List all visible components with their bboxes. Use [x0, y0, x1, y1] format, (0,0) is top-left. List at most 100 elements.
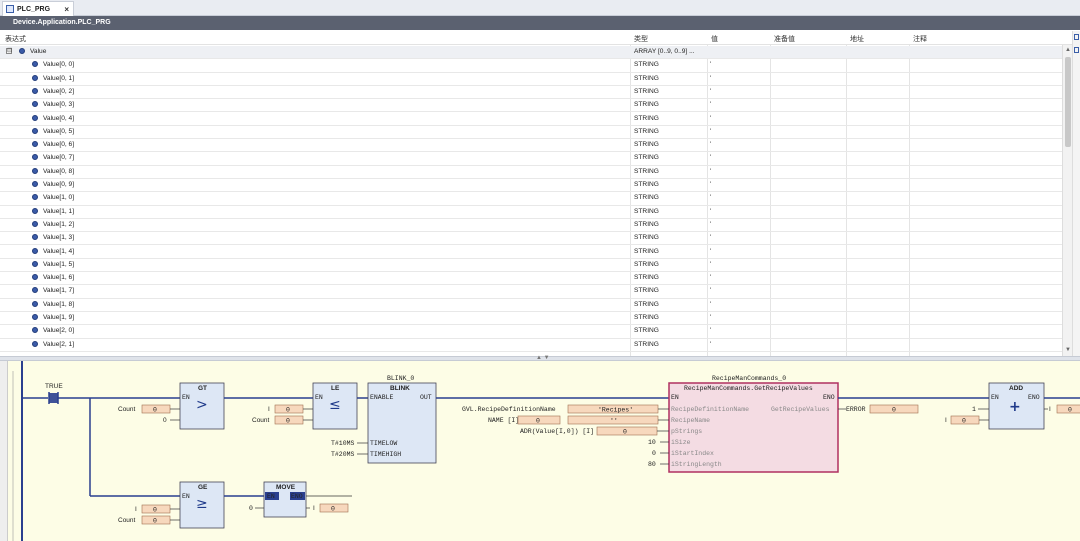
move-block[interactable]: MOVE EN ENO — [263, 481, 307, 518]
watch-root-row[interactable]: ⊟ Value ARRAY [0..9, 0..9] ... — [0, 46, 1063, 60]
row-expression: Value[0, 6] — [43, 141, 75, 149]
watch-row[interactable]: Value[1, 8] STRING ' — [0, 299, 1063, 312]
gt-block[interactable]: GT EN > — [179, 382, 225, 430]
contact-true[interactable]: TRUE — [45, 383, 63, 404]
row-value[interactable]: ' — [710, 181, 711, 188]
col-address[interactable]: 地址 — [850, 34, 864, 44]
variable-icon — [32, 220, 38, 227]
row-type: STRING — [634, 114, 659, 122]
variable-icon — [32, 340, 38, 347]
le-block[interactable]: LE EN ≤ — [312, 382, 358, 430]
watch-row[interactable]: Value[2, 0] STRING ' — [0, 325, 1063, 339]
recipe-pin-def: RecipeDefinitionName — [671, 406, 749, 413]
row-value[interactable]: ' — [710, 101, 711, 108]
vertical-scrollbar[interactable]: ▲ ▼ — [1062, 45, 1072, 356]
watch-row[interactable]: Value[1, 2] STRING ' — [0, 219, 1063, 233]
recipe-adr-value-box[interactable] — [596, 426, 658, 436]
row-value[interactable]: ' — [710, 128, 711, 135]
add-symbol: + — [1009, 399, 1021, 415]
row-value[interactable]: ' — [710, 261, 711, 268]
row-value[interactable]: ' — [710, 327, 711, 334]
col-value[interactable]: 值 — [711, 34, 718, 44]
recipe-pin-name: RecipeName — [671, 417, 710, 424]
variable-icon — [32, 127, 38, 134]
watch-row[interactable]: Value[0, 8] STRING ' — [0, 166, 1063, 179]
panel-icon[interactable] — [1074, 34, 1079, 40]
watch-row[interactable]: Value[1, 0] STRING ' — [0, 192, 1063, 206]
watch-row[interactable]: Value[1, 9] STRING ' — [0, 312, 1063, 326]
tab-plc-prg[interactable]: PLC_PRG × — [2, 1, 74, 16]
row-value[interactable]: ' — [710, 115, 711, 122]
scroll-up-icon[interactable]: ▲ — [1065, 47, 1071, 53]
col-comment[interactable]: 注释 — [913, 34, 927, 44]
row-value[interactable]: ' — [710, 141, 711, 148]
blink-block[interactable]: BLINK ENABLE OUT TIMELOW TIMEHIGH — [367, 382, 437, 464]
col-expression[interactable]: 表达式 — [5, 34, 26, 44]
row-value[interactable]: ' — [710, 314, 711, 321]
watch-table: 表达式 类型 值 准备值 地址 注释 ⊟ Value ARRAY [0..9, … — [0, 31, 1073, 356]
scroll-thumb[interactable] — [1065, 57, 1071, 147]
watch-row[interactable]: Value[0, 9] STRING ' — [0, 179, 1063, 193]
ladder-diagram: TRUE GT EN > Count 0 0 LE EN ≤ I 0 Count… — [12, 361, 1080, 541]
scroll-down-icon[interactable]: ▼ — [1065, 347, 1071, 353]
row-expression: Value[1, 2] — [43, 220, 75, 228]
col-prepared-value[interactable]: 准备值 — [774, 34, 795, 44]
ladder-editor: TRUE GT EN > Count 0 0 LE EN ≤ I 0 Count… — [0, 361, 1080, 541]
row-expression: Value[0, 5] — [43, 127, 75, 135]
row-expression: Value[1, 0] — [43, 194, 75, 202]
row-value[interactable]: ' — [710, 287, 711, 294]
row-value[interactable]: ' — [710, 154, 711, 161]
blink-timehigh-value: T#20MS — [331, 451, 355, 458]
row-expression: Value[1, 5] — [43, 260, 75, 268]
watch-row[interactable]: Value[1, 7] STRING ' — [0, 285, 1063, 299]
watch-row[interactable]: Value[1, 4] STRING ' — [0, 246, 1063, 259]
recipe-output: GetRecipeValues — [771, 406, 830, 413]
row-value[interactable]: ' — [710, 221, 711, 228]
watch-row[interactable]: Value[0, 7] STRING ' — [0, 152, 1063, 166]
row-expression: Value[0, 4] — [43, 114, 75, 122]
row-value[interactable]: ' — [710, 208, 711, 215]
col-type[interactable]: 类型 — [634, 34, 648, 44]
add-in2-value: 0 — [962, 418, 966, 425]
row-value[interactable]: ' — [710, 248, 711, 255]
variable-icon — [32, 300, 38, 307]
recipe-adr-var: ADR(Value[I,0]) [I] — [520, 428, 594, 435]
row-value[interactable]: ' — [710, 341, 711, 348]
row-value[interactable]: ' — [710, 194, 711, 201]
row-type: STRING — [634, 127, 659, 135]
watch-row[interactable]: Value[0, 0] STRING ' — [0, 59, 1063, 73]
watch-row[interactable]: Value[1, 5] STRING ' — [0, 259, 1063, 273]
move-out-label: I — [313, 505, 315, 512]
gt-symbol: > — [196, 397, 208, 413]
row-value[interactable]: ' — [710, 234, 711, 241]
add-block[interactable]: ADD EN ENO + — [988, 382, 1045, 430]
watch-row[interactable]: Value[2, 1] STRING ' — [0, 339, 1063, 352]
row-expression: Value[1, 4] — [43, 247, 75, 255]
row-type: STRING — [634, 101, 659, 109]
watch-row[interactable]: Value[0, 4] STRING ' — [0, 113, 1063, 126]
row-value[interactable]: ' — [710, 168, 711, 175]
recipe-block[interactable]: RecipeManCommands.GetRecipeValues EN ENO… — [668, 382, 839, 473]
watch-row[interactable]: Value[1, 3] STRING ' — [0, 232, 1063, 246]
row-value[interactable]: ' — [710, 301, 711, 308]
watch-row[interactable]: Value[0, 3] STRING ' — [0, 99, 1063, 113]
watch-row[interactable]: Value[0, 1] STRING ' — [0, 73, 1063, 86]
blink-timehigh: TIMEHIGH — [370, 451, 401, 458]
variable-icon — [32, 234, 38, 241]
collapse-icon[interactable]: ⊟ — [6, 47, 13, 54]
watch-row[interactable]: Value[0, 5] STRING ' — [0, 126, 1063, 140]
close-icon[interactable]: × — [64, 5, 69, 14]
watch-row[interactable]: Value[1, 6] STRING ' — [0, 272, 1063, 286]
row-value[interactable]: ' — [710, 274, 711, 281]
row-expression: Value[0, 8] — [43, 167, 75, 175]
row-value[interactable]: ' — [710, 61, 711, 68]
panel-icon-2[interactable] — [1074, 47, 1079, 53]
watch-row[interactable]: Value[0, 2] STRING ' — [0, 86, 1063, 100]
ge-block[interactable]: GE EN ≥ — [179, 481, 225, 529]
row-value[interactable]: ' — [710, 88, 711, 95]
watch-row[interactable]: Value[1, 1] STRING ' — [0, 206, 1063, 219]
row-value[interactable]: ' — [710, 75, 711, 82]
row-type: STRING — [634, 234, 659, 242]
watch-row[interactable]: Value[0, 6] STRING ' — [0, 139, 1063, 153]
le-in2-value: 0 — [286, 418, 290, 425]
